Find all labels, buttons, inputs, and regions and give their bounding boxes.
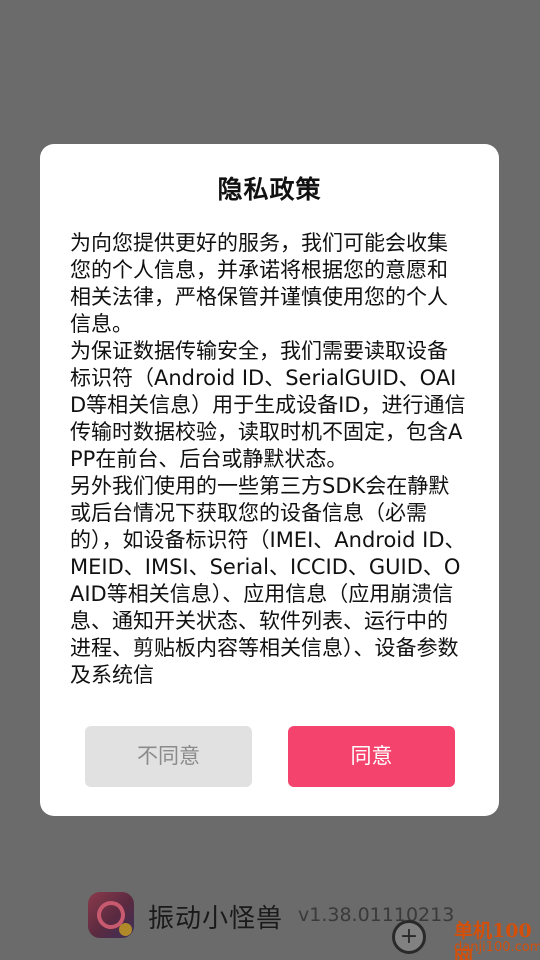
app-logo-icon xyxy=(88,892,134,938)
screen: 振动小怪兽 v1.38.01110213 + 单机100网 danji100.c… xyxy=(0,0,540,960)
watermark-url: danji100.com xyxy=(454,940,540,955)
disagree-button[interactable]: 不同意 xyxy=(85,726,252,787)
agree-button[interactable]: 同意 xyxy=(288,726,455,787)
policy-paragraph: 另外我们使用的一些第三方SDK会在静默或后台情况下获取您的设备信息（必需的），如… xyxy=(70,474,466,687)
dialog-title: 隐私政策 xyxy=(217,175,322,204)
splash-footer: 振动小怪兽 v1.38.01110213 + 单机100网 danji100.c… xyxy=(0,880,540,960)
plus-circle-icon: + xyxy=(392,920,426,954)
policy-paragraph: 为向您提供更好的服务，我们可能会收集您的个人信息，并承诺将根据您的意愿和相关法律… xyxy=(70,231,448,336)
privacy-policy-dialog: 隐私政策 为向您提供更好的服务，我们可能会收集您的个人信息，并承诺将根据您的意愿… xyxy=(40,144,499,816)
policy-text: 为向您提供更好的服务，我们可能会收集您的个人信息，并承诺将根据您的意愿和相关法律… xyxy=(70,230,466,689)
policy-text-scroll[interactable]: 为向您提供更好的服务，我们可能会收集您的个人信息，并承诺将根据您的意愿和相关法律… xyxy=(70,230,470,708)
site-watermark: + 单机100网 danji100.com xyxy=(392,916,540,960)
app-logo-dot xyxy=(119,923,132,936)
policy-paragraph: 为保证数据传输安全，我们需要读取设备标识符（Android ID、SerialG… xyxy=(70,339,466,471)
app-name: 振动小怪兽 xyxy=(148,904,284,934)
